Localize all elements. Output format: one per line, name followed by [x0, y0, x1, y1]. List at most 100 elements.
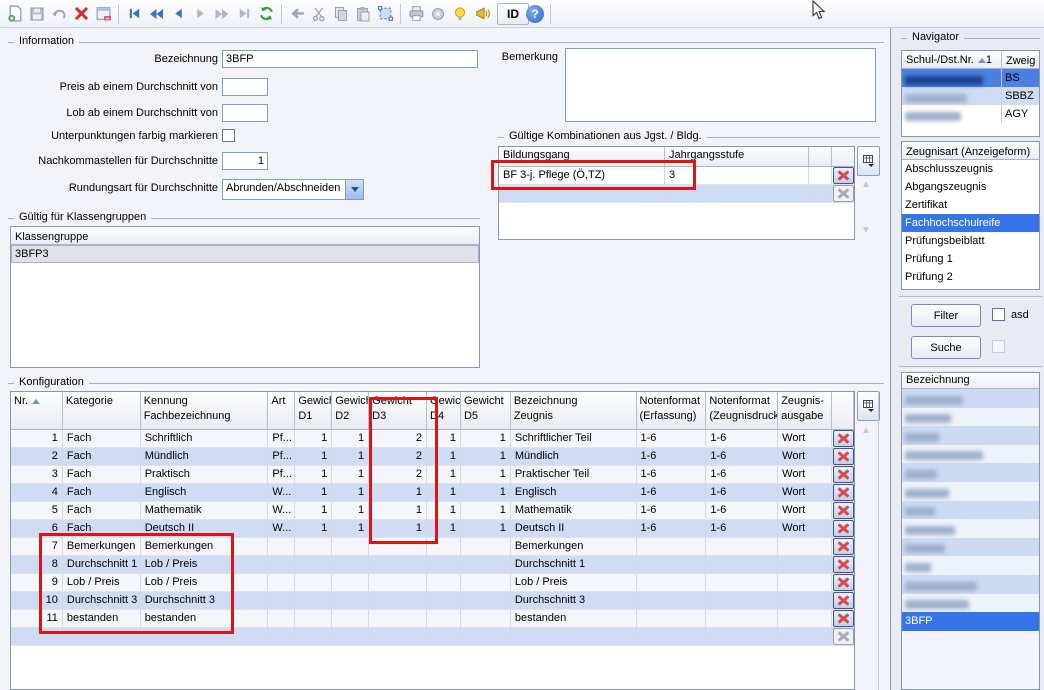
column-header[interactable]: Klassengruppe: [11, 227, 479, 245]
list-item[interactable]: [902, 408, 1039, 427]
column-header[interactable]: KennungFachbezeichnung: [141, 392, 269, 429]
list-item[interactable]: [902, 556, 1039, 575]
table-row[interactable]: 5FachMathematikW...11111Mathematik1-61-6…: [11, 502, 854, 520]
list-item[interactable]: Zertifikat: [902, 196, 1039, 214]
list-item[interactable]: [902, 501, 1039, 520]
table-row[interactable]: 8Durchschnitt 1Lob / PreisDurchschnitt 1: [11, 556, 854, 574]
delete-row-button[interactable]: [833, 167, 854, 184]
list-item[interactable]: Abgangszeugnis: [902, 178, 1039, 196]
list-item[interactable]: [902, 594, 1039, 613]
column-header[interactable]: Notenformat(Erfassung): [637, 392, 707, 429]
column-header[interactable]: GewichtD5: [461, 392, 511, 429]
table-row[interactable]: BF 3-j. Pflege (Ö,TZ)3: [499, 167, 854, 185]
unterpunktungen-checkbox[interactable]: [222, 129, 235, 142]
list-item[interactable]: [902, 445, 1039, 464]
list-item[interactable]: Prüfungsbeiblatt: [902, 232, 1039, 250]
nav-prev-button[interactable]: [167, 3, 189, 25]
panel-splitter[interactable]: [890, 28, 891, 690]
list-item[interactable]: Prüfung 1: [902, 250, 1039, 268]
id-badge-button[interactable]: ID: [502, 3, 524, 25]
table-row[interactable]: 4FachEnglischW...11111Englisch1-61-6Wort: [11, 484, 854, 502]
scroll-down-arrow[interactable]: ▼: [861, 226, 871, 236]
refresh-button[interactable]: [255, 3, 277, 25]
table-row[interactable]: BS: [902, 69, 1039, 87]
delete-row-button[interactable]: [833, 610, 854, 627]
nav-prev-fast-button[interactable]: [145, 3, 167, 25]
delete-row-button[interactable]: [833, 520, 854, 537]
preis-input[interactable]: [222, 78, 268, 96]
column-header[interactable]: Nr.: [11, 392, 63, 429]
list-item[interactable]: 3BFP3: [11, 245, 479, 263]
new-entry-row[interactable]: [11, 628, 854, 646]
lob-input[interactable]: [222, 104, 268, 122]
table-row[interactable]: 3FachPraktischPf...11211Praktischer Teil…: [11, 466, 854, 484]
column-header-schulnr[interactable]: Schul-/Dst.Nr. 1: [902, 51, 1002, 69]
list-item[interactable]: Fachhochschulreife: [902, 214, 1039, 232]
nav-first-button[interactable]: [123, 3, 145, 25]
delete-button[interactable]: [70, 3, 92, 25]
new-entry-row[interactable]: [499, 185, 854, 203]
list-item[interactable]: Prüfung 2: [902, 268, 1039, 286]
list-item-selected[interactable]: 3BFP: [902, 612, 1039, 631]
column-header[interactable]: Art: [268, 392, 295, 429]
list-item[interactable]: [902, 538, 1039, 557]
column-header[interactable]: Jahrgangsstufe: [665, 147, 809, 166]
column-header[interactable]: Zeugnis-ausgabe: [778, 392, 832, 429]
table-row[interactable]: 6FachDeutsch IIW...11111Deutsch II1-61-6…: [11, 520, 854, 538]
form-properties-button[interactable]: [92, 3, 114, 25]
asd-checkbox[interactable]: [992, 308, 1005, 321]
kombinationen-column-chooser-button[interactable]: [857, 146, 880, 176]
column-header[interactable]: Kategorie: [63, 392, 141, 429]
table-row[interactable]: 7BemerkungenBemerkungenBemerkungen: [11, 538, 854, 556]
delete-row-button[interactable]: [833, 574, 854, 591]
table-row[interactable]: 10Durchschnitt 3Durchschnitt 3Durchschni…: [11, 592, 854, 610]
column-header[interactable]: BezeichnungZeugnis: [511, 392, 637, 429]
delete-row-button[interactable]: [833, 448, 854, 465]
column-header[interactable]: Notenformat(Zeugnisdruck): [706, 392, 778, 429]
table-row[interactable]: 2FachMündlichPf...11211Mündlich1-61-6Wor…: [11, 448, 854, 466]
table-row[interactable]: AGY: [902, 105, 1039, 123]
suche-button[interactable]: Suche: [911, 336, 981, 359]
column-header[interactable]: Bezeichnung: [902, 373, 1039, 389]
delete-row-button[interactable]: [833, 592, 854, 609]
scroll-up-arrow[interactable]: ▲: [861, 180, 871, 190]
list-item[interactable]: [902, 575, 1039, 594]
scroll-up-arrow[interactable]: ▲: [861, 426, 871, 436]
table-row[interactable]: 11bestandenbestandenbestanden: [11, 610, 854, 628]
delete-row-button[interactable]: [833, 556, 854, 573]
bemerkung-textarea[interactable]: [565, 48, 876, 122]
hint-bulb-button[interactable]: [449, 3, 471, 25]
column-header[interactable]: GewichtD1: [295, 392, 332, 429]
column-header[interactable]: Bildungsgang: [499, 147, 665, 166]
column-header[interactable]: GewichtD3: [369, 392, 427, 429]
konfiguration-column-chooser-button[interactable]: [857, 391, 880, 421]
list-item[interactable]: [902, 426, 1039, 445]
dropdown-button[interactable]: [345, 180, 363, 199]
column-header[interactable]: GewichtD4: [427, 392, 461, 429]
column-header[interactable]: GewichtD2: [332, 392, 369, 429]
list-item[interactable]: [902, 463, 1039, 482]
filter-button[interactable]: Filter: [911, 304, 981, 327]
bezeichnung-input[interactable]: [222, 50, 478, 68]
list-item[interactable]: Abschlusszeugnis: [902, 160, 1039, 178]
rundungsart-dropdown[interactable]: Abrunden/Abschneiden: [222, 179, 364, 200]
table-row[interactable]: SBBZ: [902, 87, 1039, 105]
delete-row-button[interactable]: [833, 538, 854, 555]
select-region-button[interactable]: [374, 3, 396, 25]
table-row[interactable]: 1FachSchriftlichPf...11211Schriftlicher …: [11, 430, 854, 448]
list-item-clipped[interactable]: KMK FS-Zertifikat 1: [902, 286, 1039, 290]
delete-row-button[interactable]: [833, 484, 854, 501]
delete-row-button[interactable]: [833, 502, 854, 519]
list-item[interactable]: [902, 482, 1039, 501]
notify-horn-button[interactable]: [471, 3, 493, 25]
clear-row-button[interactable]: [833, 185, 854, 202]
column-header[interactable]: Zeugnisart (Anzeigeform): [902, 142, 1039, 160]
list-item[interactable]: [902, 389, 1039, 408]
column-header-zweig[interactable]: Zweig: [1002, 51, 1039, 69]
table-row[interactable]: 9Lob / PreisLob / PreisLob / Preis: [11, 574, 854, 592]
clear-row-button[interactable]: [833, 628, 854, 645]
list-item[interactable]: [902, 519, 1039, 538]
delete-row-button[interactable]: [833, 430, 854, 447]
delete-row-button[interactable]: [833, 466, 854, 483]
help-button[interactable]: ?: [524, 3, 546, 25]
